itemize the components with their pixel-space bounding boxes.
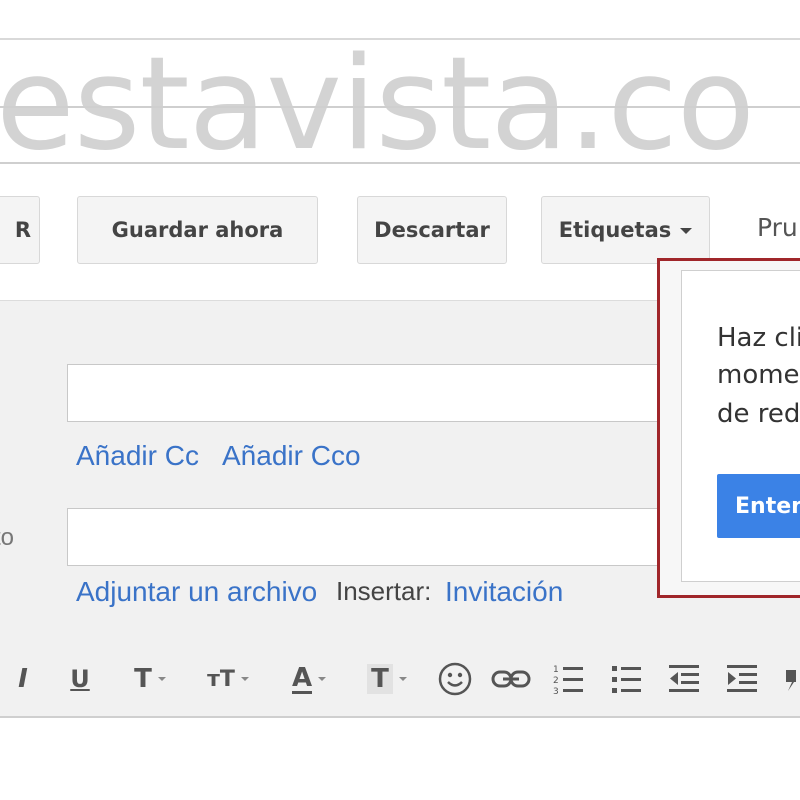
tooltip-text-line: de reda xyxy=(717,399,800,429)
watermark-text: estavista.co xyxy=(0,30,755,179)
font-icon[interactable]: T xyxy=(122,644,178,714)
send-button[interactable]: R xyxy=(0,196,40,264)
bulleted-list-icon[interactable] xyxy=(610,644,644,714)
labels-dropdown-button[interactable]: Etiquetas xyxy=(541,196,710,264)
labels-label: Etiquetas xyxy=(558,218,672,242)
discard-button[interactable]: Descartar xyxy=(357,196,507,264)
formatting-toolbar: I U T тT A T 123 xyxy=(0,644,800,714)
tooltip-got-it-button[interactable]: Enten xyxy=(717,474,800,538)
numbered-list-icon[interactable]: 123 xyxy=(552,644,586,714)
highlight-icon[interactable]: T xyxy=(354,644,420,714)
tooltip-text-line: Haz cli xyxy=(717,323,800,353)
indent-more-icon[interactable] xyxy=(724,644,760,714)
caret-down-icon xyxy=(680,228,693,234)
tooltip-text-line: momen xyxy=(717,360,800,390)
subject-label: to xyxy=(0,524,15,551)
svg-text:3: 3 xyxy=(553,687,559,696)
save-now-button[interactable]: Guardar ahora xyxy=(77,196,318,264)
add-cc-link[interactable]: Añadir Cc xyxy=(76,440,199,472)
divider xyxy=(0,162,800,164)
svg-text:1: 1 xyxy=(553,665,559,675)
underline-icon[interactable]: U xyxy=(66,644,94,714)
invitation-link[interactable]: Invitación xyxy=(445,576,563,608)
quote-icon[interactable] xyxy=(782,644,800,714)
compose-bottom-border xyxy=(0,716,800,718)
text-color-icon[interactable]: A xyxy=(280,644,338,714)
svg-text:2: 2 xyxy=(553,676,559,686)
insert-label: Insertar: xyxy=(336,576,432,606)
add-bcc-link[interactable]: Añadir Cco xyxy=(222,440,361,472)
send-button-label: R xyxy=(14,218,31,242)
divider xyxy=(0,106,800,108)
link-icon[interactable] xyxy=(490,644,532,714)
more-toolbar-item[interactable]: Pru xyxy=(757,213,798,242)
emoji-icon[interactable] xyxy=(436,644,474,714)
italic-icon[interactable]: I xyxy=(10,644,36,714)
font-size-icon[interactable]: тT xyxy=(196,644,260,714)
subject-input[interactable] xyxy=(67,508,667,566)
save-now-label: Guardar ahora xyxy=(111,218,284,242)
attach-file-link[interactable]: Adjuntar un archivo xyxy=(76,576,317,608)
discard-label: Descartar xyxy=(374,218,490,242)
to-input[interactable] xyxy=(67,364,667,422)
indent-less-icon[interactable] xyxy=(666,644,702,714)
